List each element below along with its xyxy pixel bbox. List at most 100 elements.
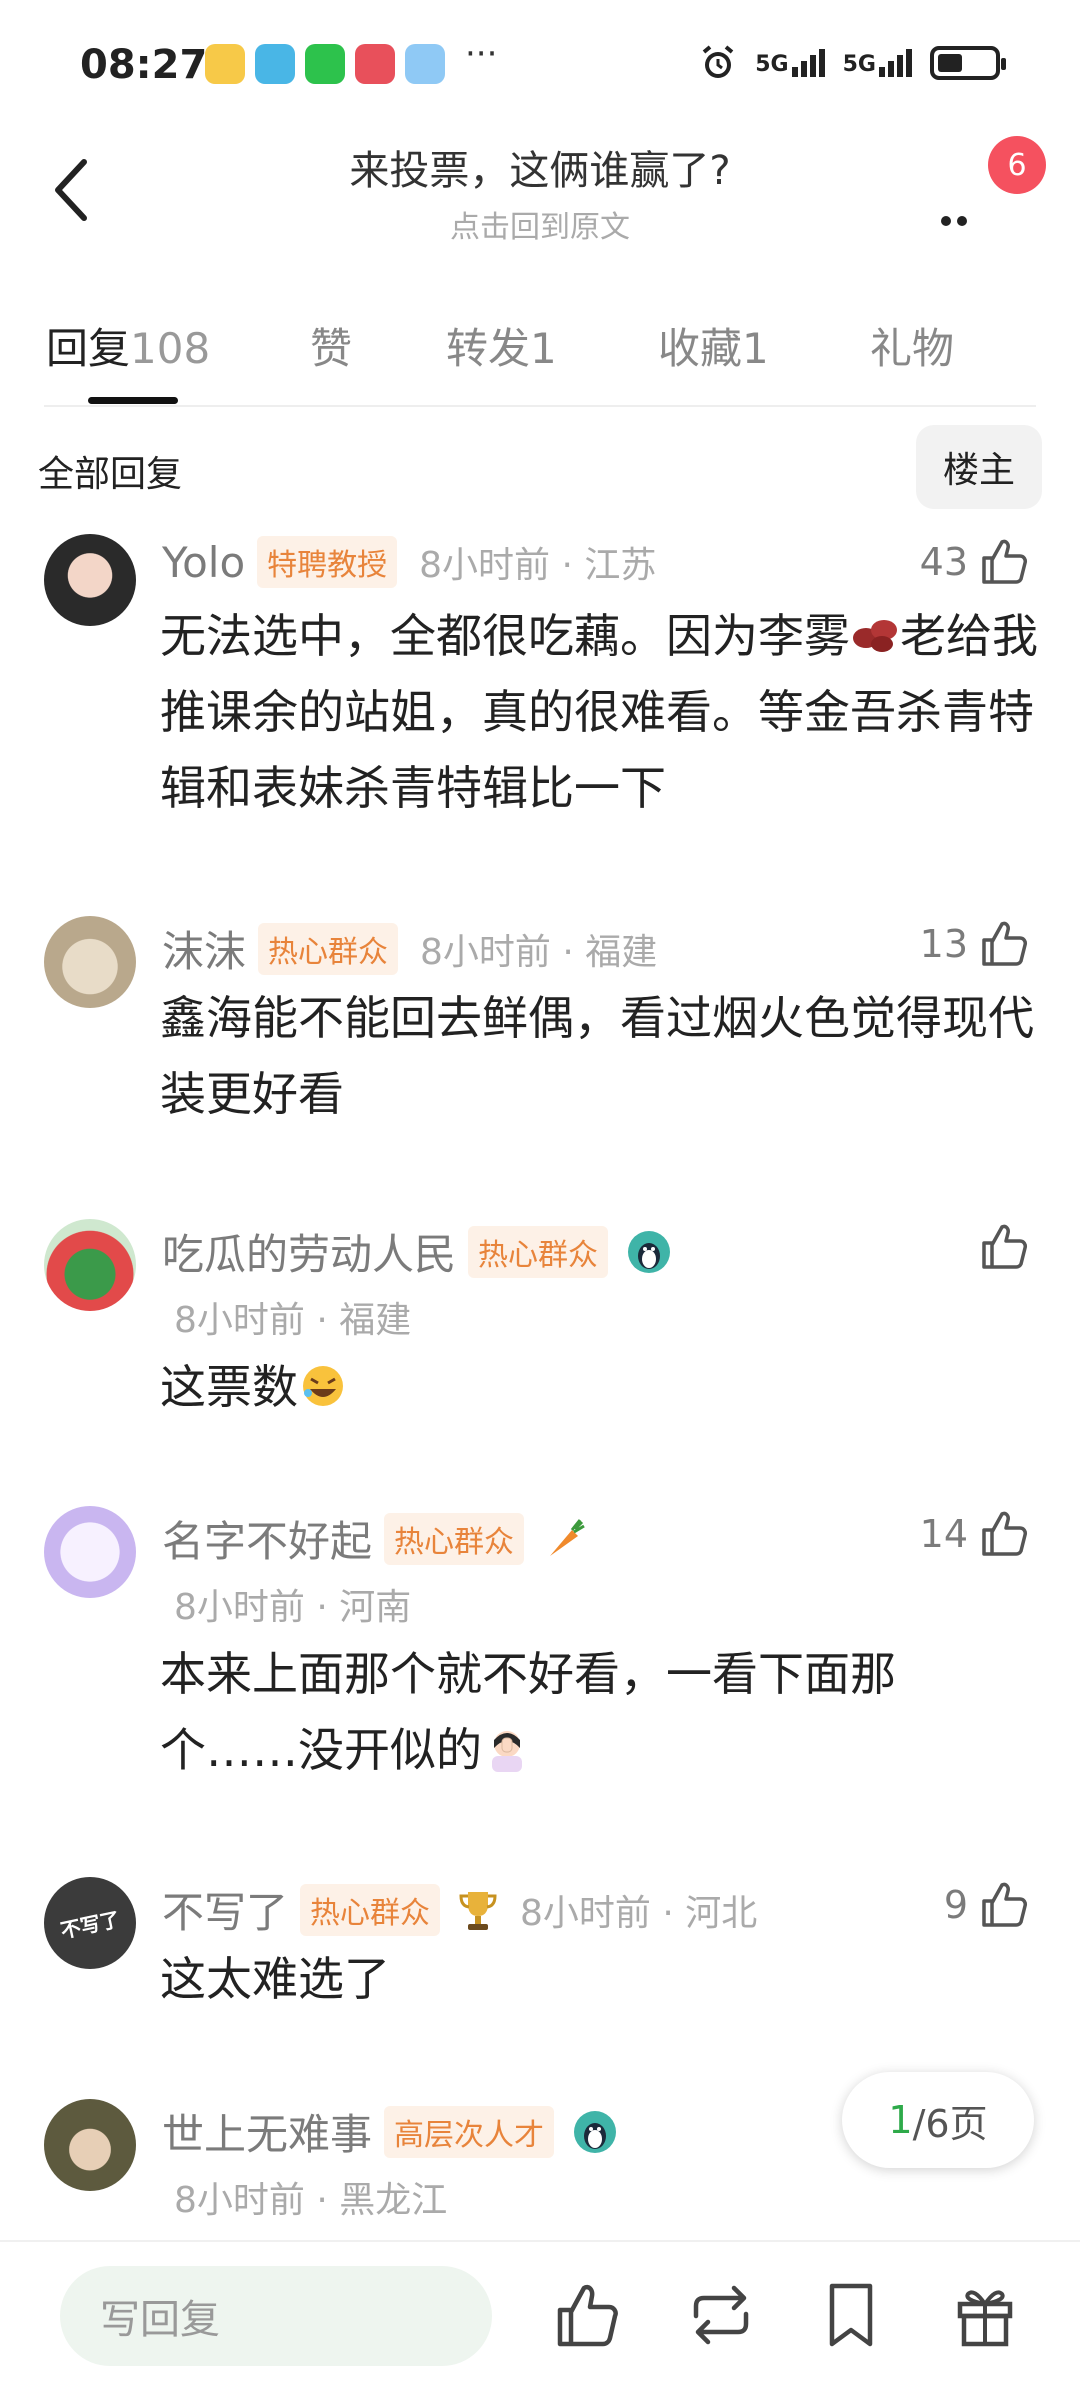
beans-emoji-icon (853, 620, 897, 652)
comment-meta: 名字不好起 热心群众 (162, 1508, 588, 1569)
repost-icon[interactable] (686, 2280, 756, 2350)
user-tag: 热心群众 (258, 922, 399, 975)
reply-input[interactable]: 写回复 (60, 2266, 492, 2366)
comment-time: 8小时前 · 河南 (174, 1587, 412, 1628)
tab-replies-label: 回复 (46, 324, 131, 373)
reader-icon (255, 44, 295, 84)
tab-indicator (88, 397, 178, 404)
comment-text-part: 无法选中，全都很吃藕。因为李雾 (160, 609, 850, 663)
comment-text: 这太难选了 (160, 1952, 390, 2006)
rofl-emoji-icon (303, 1366, 343, 1406)
username[interactable]: 沫沫 (162, 918, 246, 979)
signal-5g-2: 5G (843, 49, 912, 77)
comment-meta: 不写了 热心群众 8小时前 · 河北 (162, 1879, 757, 1940)
penguin-badge-icon (628, 1230, 671, 1273)
owner-filter-button[interactable]: 楼主 (916, 425, 1042, 509)
comment-text: 这票数 (160, 1349, 1040, 1425)
tab-replies[interactable]: 回复108 (46, 315, 210, 376)
tab-reposts-count: 1 (530, 324, 557, 373)
comment-time: 8小时前 · 江苏 (419, 545, 657, 586)
user-tag: 特聘教授 (257, 536, 398, 588)
thumbs-up-icon (982, 921, 1027, 966)
notification-badge[interactable]: 6 (988, 136, 1046, 194)
user-tag: 热心群众 (468, 1225, 609, 1278)
comment-meta: 吃瓜的劳动人民 热心群众 (162, 1221, 672, 1282)
weather-icon (405, 44, 445, 84)
trophy-badge-icon (459, 1891, 497, 1930)
more-icon-dot (957, 216, 967, 226)
battery-icon (930, 46, 1006, 80)
like-button[interactable]: 14 (920, 1508, 1030, 1560)
thumbs-up-icon (982, 1882, 1027, 1927)
tabs-divider (44, 405, 1036, 407)
comment-time: 8小时前 · 河北 (520, 1892, 758, 1934)
like-button[interactable]: 9 (944, 1879, 1030, 1931)
status-more: ··· (465, 34, 498, 74)
username[interactable]: 不写了 (162, 1879, 288, 1940)
thumbs-up-icon[interactable] (552, 2280, 622, 2350)
like-count: 13 (919, 922, 968, 966)
comment-time: 8小时前 · 福建 (174, 1300, 412, 1341)
user-tag: 热心群众 (384, 1512, 525, 1565)
avatar-text: 不写了 (58, 1906, 123, 1943)
more-icon (941, 216, 951, 226)
avatar[interactable] (44, 534, 136, 626)
tab-favorites[interactable]: 收藏1 (658, 315, 769, 376)
status-right: 5G 5G (699, 44, 1006, 82)
comment-meta: 沫沫 热心群众 8小时前 · 福建 (162, 918, 657, 979)
tab-likes[interactable]: 赞 (310, 315, 352, 376)
tab-gifts[interactable]: 礼物 (870, 315, 954, 376)
back-to-original-link[interactable]: 点击回到原文 (0, 202, 1080, 246)
wechat-icon (305, 44, 345, 84)
username[interactable]: 吃瓜的劳动人民 (162, 1221, 456, 1282)
tab-replies-count: 108 (130, 324, 211, 373)
thumbs-up-icon (982, 1511, 1027, 1556)
comment-meta: 世上无难事 高层次人才 (162, 2101, 618, 2162)
page-title[interactable]: 来投票，这俩谁赢了? (0, 138, 1080, 196)
gift-icon[interactable] (950, 2280, 1020, 2350)
comment-text: 无法选中，全都很吃藕。因为李雾 老给我推课余的站姐，真的很难看。等金吾杀青特辑和表… (160, 598, 1040, 826)
penguin-badge-icon (574, 2110, 617, 2153)
like-button[interactable] (978, 1221, 1030, 1273)
bookmark-icon[interactable] (816, 2280, 886, 2350)
status-bar: 08:27 ··· 5G 5G (0, 0, 1080, 130)
username[interactable]: 名字不好起 (162, 1508, 372, 1569)
comment-meta: Yolo 特聘教授 8小时前 · 江苏 (162, 536, 656, 588)
like-count: 14 (919, 1512, 968, 1556)
page-current: 1 (888, 2098, 913, 2142)
weibo-icon (205, 44, 245, 84)
avatar[interactable]: 不写了 (44, 1877, 136, 1969)
bottom-bar: 写回复 (0, 2240, 1080, 2392)
avatar[interactable] (44, 916, 136, 1008)
facepalm-emoji-icon (492, 1731, 522, 1772)
user-tag: 高层次人才 (384, 2105, 555, 2158)
comment-time: 8小时前 · 福建 (420, 931, 658, 973)
avatar[interactable] (44, 2099, 136, 2191)
tab-favorites-count: 1 (742, 324, 769, 373)
comment-time: 8小时前 · 黑龙江 (174, 2180, 448, 2221)
like-button[interactable]: 43 (920, 536, 1030, 588)
page-total: /6页 (912, 2101, 988, 2146)
comment-text-part: 这票数 (160, 1360, 298, 1414)
like-count: 43 (919, 540, 968, 584)
tab-reposts[interactable]: 转发1 (446, 315, 557, 376)
avatar[interactable] (44, 1219, 136, 1311)
alarm-icon (702, 45, 734, 78)
page-indicator[interactable]: 1/6页 (842, 2072, 1034, 2168)
tab-gifts-label: 礼物 (870, 324, 955, 373)
tab-bar: 回复108 赞 转发1 收藏1 礼物 (0, 305, 1080, 405)
like-count: 9 (943, 1883, 968, 1927)
thumbs-up-icon (982, 539, 1027, 584)
thumbs-up-icon (982, 1224, 1027, 1269)
section-label: 全部回复 (38, 454, 183, 495)
like-button[interactable]: 13 (920, 918, 1030, 970)
user-tag: 热心群众 (300, 1883, 441, 1936)
tab-favorites-label: 收藏 (658, 324, 743, 373)
username[interactable]: Yolo (162, 538, 245, 587)
status-app-icons (205, 44, 445, 84)
status-time: 08:27 (80, 42, 208, 88)
avatar[interactable] (44, 1506, 136, 1598)
username[interactable]: 世上无难事 (162, 2101, 372, 2162)
signal-5g-1: 5G (755, 49, 825, 77)
shopping-icon (355, 44, 395, 84)
